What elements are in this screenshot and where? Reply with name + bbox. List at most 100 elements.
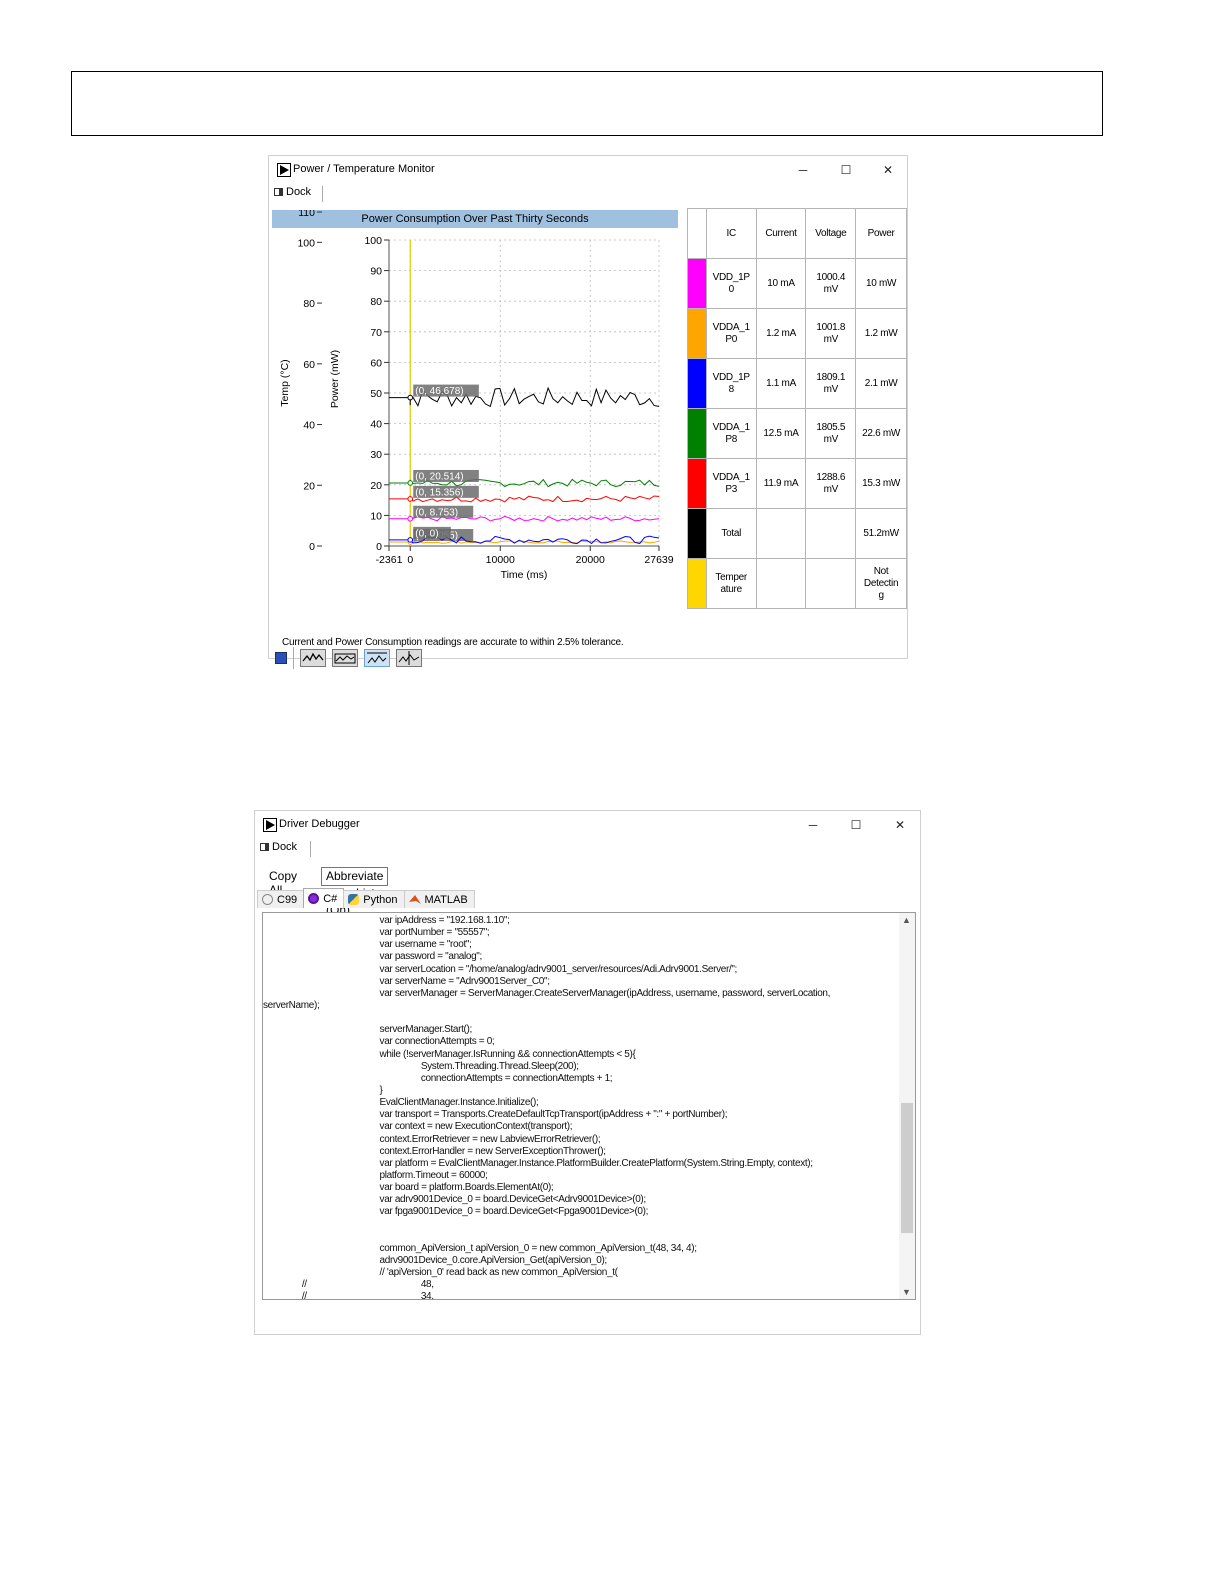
window-title: Power / Temperature Monitor	[293, 163, 435, 175]
code-line: EvalClientManager.Instance.Initialize();	[263, 1097, 539, 1109]
voltage-cell: 1000.4 mV	[805, 258, 857, 309]
current-cell: 1.1 mA	[755, 358, 807, 409]
tab-label: MATLAB	[424, 893, 468, 906]
power-cell: 2.1 mW	[855, 358, 907, 409]
code-line: platform.Timeout = 60000;	[263, 1169, 488, 1181]
code-line: var fpga9001Device_0 = board.DeviceGet<F…	[263, 1206, 649, 1218]
code-line: // 48,	[263, 1279, 434, 1291]
current-cell	[755, 558, 807, 609]
code-line: var password = "analog";	[263, 951, 483, 963]
generated-code[interactable]: var ipAddress = "192.168.1.10"; var port…	[263, 915, 899, 1300]
power-cell: 22.6 mW	[855, 408, 907, 459]
row-color-swatch	[687, 308, 707, 359]
language-tabs: C99 C# Python MATLAB	[257, 888, 475, 909]
row-color-swatch	[687, 558, 707, 609]
scroll-thumb[interactable]	[901, 1103, 913, 1233]
maximize-button[interactable]: ☐	[845, 815, 867, 835]
code-line: var board = platform.Boards.ElementAt(0)…	[263, 1182, 554, 1194]
row-color-swatch	[687, 508, 707, 559]
temp-axis-label: Temp (°C)	[279, 359, 291, 406]
tab-label: C#	[323, 892, 338, 905]
tab-python[interactable]: Python	[343, 890, 405, 908]
code-line: context.ErrorRetriever = new LabviewErro…	[263, 1133, 601, 1145]
code-line: var serverLocation = "/home/analog/adrv9…	[263, 963, 738, 975]
temp-tick-label: 40	[303, 420, 315, 432]
cursor-value-label: (0, 20.514)	[415, 471, 463, 482]
table-row: VDDA_1 P0 1.2 mA 1001.8 mV 1.2 mW	[687, 308, 907, 359]
window-title: Driver Debugger	[279, 818, 360, 830]
color-column-header	[687, 208, 707, 259]
toolbar-divider	[322, 186, 323, 202]
code-view[interactable]: var ipAddress = "192.168.1.10"; var port…	[262, 912, 916, 1300]
chart-zoom-x-icon[interactable]	[332, 649, 358, 667]
dock-button[interactable]: Dock	[274, 186, 311, 198]
dock-label: Dock	[286, 186, 312, 198]
current-cell: 1.2 mA	[755, 308, 807, 359]
row-color-swatch	[687, 258, 707, 309]
ic-power-table: IC Current Voltage Power VDD_1P 0 10 mA 10…	[687, 208, 907, 609]
csharp-icon	[308, 893, 320, 904]
dock-button[interactable]: Dock	[260, 841, 297, 853]
minimize-button[interactable]: ─	[792, 160, 814, 180]
power-cell: 10 mW	[855, 258, 907, 309]
power-cell: 15.3 mW	[855, 458, 907, 509]
code-line: // 34,	[263, 1291, 434, 1300]
chart-pan-x-icon[interactable]	[364, 649, 390, 667]
table-row: VDDA_1 P3 11.9 mA 1288.6 mV 15.3 mW	[687, 458, 907, 509]
voltage-cell: 1809.1 mV	[805, 358, 857, 409]
table-row: VDD_1P 8 1.1 mA 1809.1 mV 2.1 mW	[687, 358, 907, 409]
temp-tick-label: 0	[309, 541, 315, 553]
code-line: var username = "root";	[263, 939, 472, 951]
table-header-row: IC Current Voltage Power	[687, 208, 907, 259]
chart-pan-y-icon[interactable]	[396, 649, 422, 667]
analog-devices-logo-icon	[277, 163, 291, 177]
scroll-up-icon[interactable]: ▲	[902, 915, 911, 925]
code-line: var transport = Transports.CreateDefault…	[263, 1109, 728, 1121]
vertical-scrollbar[interactable]: ▲ ▼	[899, 913, 915, 1299]
chart-toolbar	[275, 646, 422, 670]
row-color-swatch	[687, 458, 707, 509]
column-header-ic: IC	[705, 208, 757, 259]
toolbar-divider	[293, 647, 294, 669]
abbreviate-long-lists-button[interactable]: Abbreviate Long Lists (On)	[321, 867, 389, 917]
close-button[interactable]: ✕	[889, 815, 911, 835]
power-axis-label: Power (mW)	[329, 350, 341, 408]
close-button[interactable]: ✕	[877, 160, 899, 180]
power-tick-label: 90	[370, 266, 382, 278]
minimize-button[interactable]: ─	[802, 815, 824, 835]
dock-icon	[260, 843, 269, 851]
tab-csharp[interactable]: C#	[303, 888, 345, 908]
current-cell: 11.9 mA	[755, 458, 807, 509]
code-line: common_ApiVersion_t apiVersion_0 = new c…	[263, 1242, 697, 1254]
tab-c99[interactable]: C99	[257, 890, 305, 908]
tolerance-footnote: Current and Power Consumption readings a…	[282, 637, 624, 648]
scroll-down-icon[interactable]: ▼	[902, 1287, 911, 1297]
ic-cell: VDD_1P 8	[705, 358, 757, 409]
save-icon[interactable]	[275, 652, 287, 664]
power-temperature-monitor-window: Power / Temperature Monitor ─ ☐ ✕ Dock P…	[268, 155, 908, 669]
title-bar: Power / Temperature Monitor ─ ☐ ✕	[269, 156, 907, 184]
ic-cell: VDD_1P 0	[705, 258, 757, 309]
time-tick-label: 10000	[486, 554, 515, 566]
chart-zoom-icon[interactable]	[300, 649, 326, 667]
power-chart[interactable]: 1009080706050403020100110100806040200-23…	[272, 210, 678, 622]
title-bar: Driver Debugger ─ ☐ ✕	[255, 811, 920, 839]
dock-icon	[274, 188, 283, 196]
temp-tick-label: 100	[297, 237, 315, 249]
code-line: serverName);	[263, 999, 320, 1011]
temp-tick-label: 110	[298, 210, 315, 219]
code-line: }	[263, 1084, 383, 1096]
maximize-button[interactable]: ☐	[835, 160, 857, 180]
temp-tick-label: 20	[303, 480, 315, 492]
tab-matlab[interactable]: MATLAB	[403, 890, 475, 908]
code-line: // 'apiVersion_0' read back as new commo…	[263, 1267, 618, 1279]
temp-tick-label: 60	[303, 359, 315, 371]
current-cell	[755, 508, 807, 559]
power-tick-label: 100	[364, 235, 382, 247]
ic-cell: Temper ature	[705, 558, 757, 609]
ic-cell: VDDA_1 P0	[705, 308, 757, 359]
code-line: var serverName = "Adrv9001Server_C0";	[263, 975, 550, 987]
table-row: VDD_1P 0 10 mA 1000.4 mV 10 mW	[687, 258, 907, 309]
